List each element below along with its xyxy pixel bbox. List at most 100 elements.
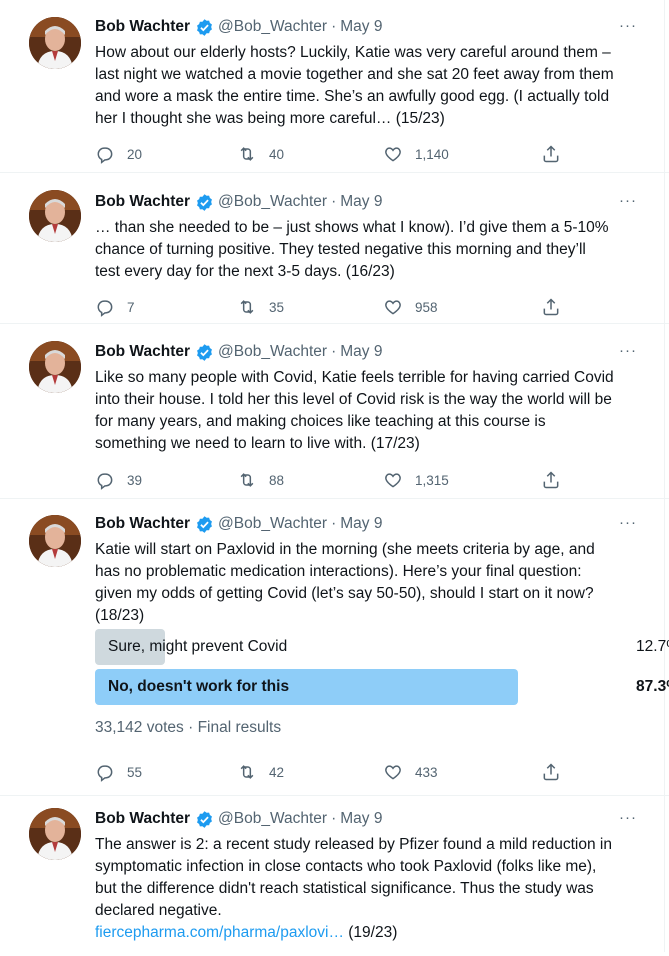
tweet-header: Bob Wachter @Bob_Wachter · May 9 ··· xyxy=(95,340,637,364)
like-button[interactable]: 958 xyxy=(383,297,438,317)
share-button[interactable] xyxy=(541,762,561,782)
avatar[interactable] xyxy=(29,190,81,242)
reply-icon xyxy=(97,765,113,782)
author-handle[interactable]: @Bob_Wachter xyxy=(218,193,327,211)
share-button[interactable] xyxy=(541,470,561,490)
avatar[interactable] xyxy=(29,808,81,860)
more-icon[interactable]: ··· xyxy=(619,17,637,34)
retweet-count: 35 xyxy=(269,299,285,315)
reply-icon xyxy=(97,473,113,490)
tweet-text: How about our elderly hosts? Luckily, Ka… xyxy=(95,42,655,130)
tweet-text-line: … than she needed to be – just shows wha… xyxy=(95,219,609,236)
retweet-icon xyxy=(240,473,254,487)
retweet-button[interactable]: 35 xyxy=(237,297,284,317)
author-name[interactable]: Bob Wachter xyxy=(95,515,190,533)
verified-badge-icon xyxy=(195,810,214,829)
tweet-text-suffix: (19/23) xyxy=(343,924,398,941)
tweet-text-line: chance of turning positive. They tested … xyxy=(95,241,586,258)
author-name[interactable]: Bob Wachter xyxy=(95,810,190,828)
tweet-header: Bob Wachter @Bob_Wachter · May 9 ··· xyxy=(95,190,637,214)
like-icon xyxy=(385,473,401,488)
poll-option-percent: 87.3% xyxy=(636,678,669,695)
reply-button[interactable]: 20 xyxy=(95,144,142,164)
more-icon[interactable]: ··· xyxy=(619,342,637,359)
tweet-15[interactable]: Bob Wachter @Bob_Wachter · May 9 ··· How… xyxy=(0,0,669,173)
timestamp[interactable]: May 9 xyxy=(340,18,382,36)
tweet-text-line: has no problematic medication interactio… xyxy=(95,563,582,580)
tweet-text-line: How about our elderly hosts? Luckily, Ka… xyxy=(95,44,611,61)
tweet-text-line: (18/23) xyxy=(95,607,145,624)
verified-badge-icon xyxy=(195,343,214,362)
retweet-icon xyxy=(240,300,254,314)
reply-icon xyxy=(97,300,113,317)
poll-vote-count: 33,142 votes xyxy=(95,719,184,736)
like-icon xyxy=(385,765,401,780)
tweet-text-line: declared negative. xyxy=(95,902,222,919)
separator: · xyxy=(331,193,337,210)
reply-count: 55 xyxy=(127,764,143,780)
tweet-17[interactable]: Bob Wachter @Bob_Wachter · May 9 ··· Lik… xyxy=(0,324,669,499)
verified-badge-icon xyxy=(195,18,214,37)
poll-option: Sure, might prevent Covid 12.7% xyxy=(95,629,669,665)
poll-status: Final results xyxy=(197,719,282,736)
tweet-text-line: fiercepharma.com/pharma/paxlovi… (19/23) xyxy=(95,922,655,944)
like-icon xyxy=(385,300,401,315)
retweet-count: 88 xyxy=(269,472,285,488)
more-icon[interactable]: ··· xyxy=(619,809,637,826)
share-button[interactable] xyxy=(541,144,561,164)
separator: · xyxy=(331,515,337,532)
more-icon[interactable]: ··· xyxy=(619,514,637,531)
reply-button[interactable]: 39 xyxy=(95,470,142,490)
like-count: 958 xyxy=(415,299,438,315)
verified-badge-icon xyxy=(195,515,214,534)
timestamp[interactable]: May 9 xyxy=(340,515,382,533)
share-icon xyxy=(543,145,559,163)
tweet-header: Bob Wachter @Bob_Wachter · May 9 ··· xyxy=(95,15,637,39)
timestamp[interactable]: May 9 xyxy=(340,343,382,361)
retweet-count: 42 xyxy=(269,764,285,780)
like-button[interactable]: 433 xyxy=(383,762,438,782)
avatar[interactable] xyxy=(29,17,81,69)
tweet-18[interactable]: Bob Wachter @Bob_Wachter · May 9 ··· Kat… xyxy=(0,499,669,796)
avatar[interactable] xyxy=(29,341,81,393)
poll-option-label: No, doesn't work for this xyxy=(108,678,290,695)
avatar[interactable] xyxy=(29,515,81,567)
tweet-header: Bob Wachter @Bob_Wachter · May 9 ··· xyxy=(95,807,637,831)
author-name[interactable]: Bob Wachter xyxy=(95,18,190,36)
timestamp[interactable]: May 9 xyxy=(340,810,382,828)
reply-count: 7 xyxy=(127,299,135,315)
share-button[interactable] xyxy=(541,297,561,317)
author-handle[interactable]: @Bob_Wachter xyxy=(218,343,327,361)
tweet-text-line: The answer is 2: a recent study released… xyxy=(95,836,612,853)
tweet-header: Bob Wachter @Bob_Wachter · May 9 ··· xyxy=(95,512,637,536)
like-icon xyxy=(385,147,401,162)
more-icon[interactable]: ··· xyxy=(619,192,637,209)
like-button[interactable]: 1,315 xyxy=(383,470,449,490)
like-count: 433 xyxy=(415,764,438,780)
author-name[interactable]: Bob Wachter xyxy=(95,343,190,361)
retweet-button[interactable]: 40 xyxy=(237,144,284,164)
action-bar: 20 40 1,140 xyxy=(95,144,565,166)
reply-icon xyxy=(97,147,113,164)
timestamp[interactable]: May 9 xyxy=(340,193,382,211)
retweet-icon xyxy=(240,147,254,161)
share-icon xyxy=(543,763,559,781)
retweet-button[interactable]: 88 xyxy=(237,470,284,490)
author-handle[interactable]: @Bob_Wachter xyxy=(218,18,327,36)
tweet-text-line: for many years, and making choices like … xyxy=(95,413,546,430)
retweet-icon xyxy=(240,765,254,779)
author-name[interactable]: Bob Wachter xyxy=(95,193,190,211)
like-button[interactable]: 1,140 xyxy=(383,144,449,164)
author-handle[interactable]: @Bob_Wachter xyxy=(218,810,327,828)
share-icon xyxy=(543,298,559,316)
author-handle[interactable]: @Bob_Wachter xyxy=(218,515,327,533)
tweet-link[interactable]: fiercepharma.com/pharma/paxlovi… xyxy=(95,924,344,941)
tweet-16[interactable]: Bob Wachter @Bob_Wachter · May 9 ··· … t… xyxy=(0,173,669,324)
tweet-19[interactable]: Bob Wachter @Bob_Wachter · May 9 ··· The… xyxy=(0,796,669,956)
reply-button[interactable]: 55 xyxy=(95,762,142,782)
tweet-text-line: Katie will start on Paxlovid in the morn… xyxy=(95,541,595,558)
reply-button[interactable]: 7 xyxy=(95,297,135,317)
retweet-button[interactable]: 42 xyxy=(237,762,284,782)
tweet-text-line: Like so many people with Covid, Katie fe… xyxy=(95,369,614,386)
tweet-text-line: symptomatic infection in close contacts … xyxy=(95,858,597,875)
